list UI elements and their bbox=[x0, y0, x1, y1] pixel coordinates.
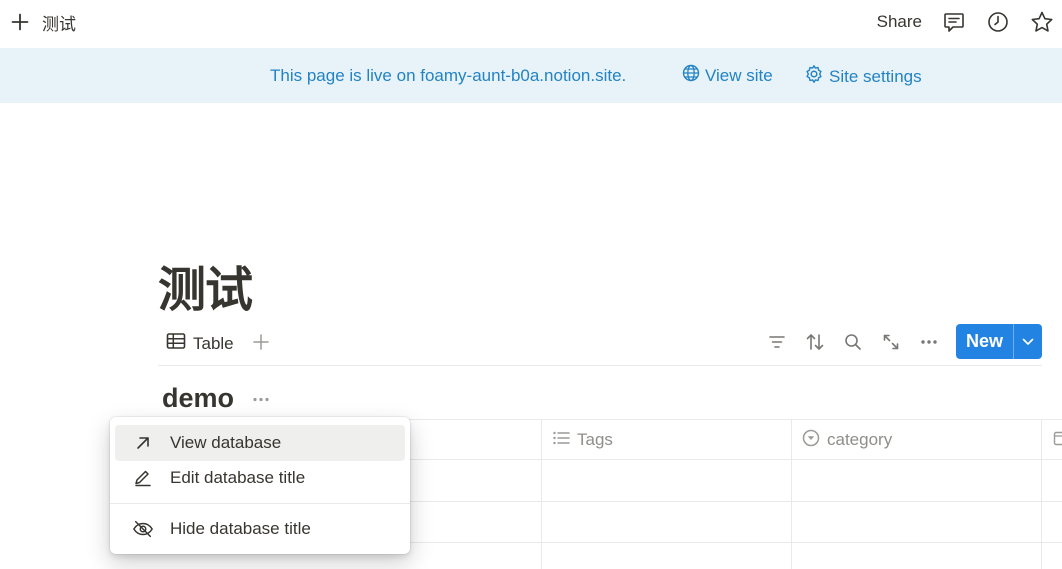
gear-icon bbox=[804, 64, 824, 89]
column-header-category[interactable]: category bbox=[802, 420, 892, 460]
column-header-tags[interactable]: Tags bbox=[552, 420, 613, 460]
share-button[interactable]: Share bbox=[877, 12, 922, 32]
select-icon bbox=[802, 429, 820, 452]
top-bar: 测试 Share bbox=[0, 0, 1062, 44]
filter-icon[interactable] bbox=[766, 331, 788, 353]
search-icon[interactable] bbox=[842, 331, 864, 353]
sort-icon[interactable] bbox=[804, 331, 826, 353]
column-header-category-label: category bbox=[827, 430, 893, 449]
breadcrumb-page-title[interactable]: 测试 bbox=[42, 10, 76, 35]
table-icon bbox=[166, 332, 186, 355]
breadcrumb: 测试 bbox=[10, 10, 76, 34]
banner-message: This page is live on foamy-aunt-b0a.noti… bbox=[270, 66, 627, 85]
database-title[interactable]: demo bbox=[162, 383, 234, 414]
plus-icon[interactable] bbox=[10, 12, 30, 32]
new-record-button[interactable]: New bbox=[956, 324, 1013, 359]
list-icon bbox=[552, 430, 570, 451]
menu-divider bbox=[110, 503, 410, 504]
site-settings-label: Site settings bbox=[829, 66, 922, 86]
column-divider bbox=[541, 419, 542, 569]
database-more-icon[interactable] bbox=[250, 390, 272, 408]
globe-icon bbox=[682, 64, 700, 87]
chevron-down-icon[interactable] bbox=[1013, 324, 1042, 359]
clock-icon[interactable] bbox=[986, 10, 1010, 34]
column-header-tags-label: Tags bbox=[577, 430, 613, 449]
database-view-bar: Table New bbox=[158, 322, 1042, 366]
database-title-menu: View database Edit database title Hide d… bbox=[110, 417, 410, 554]
menu-item-label: Hide database title bbox=[170, 519, 311, 538]
eye-off-icon bbox=[132, 518, 154, 540]
menu-item-view-database[interactable]: View database bbox=[115, 425, 405, 461]
menu-item-edit-database-title[interactable]: Edit database title bbox=[115, 460, 405, 496]
star-icon[interactable] bbox=[1030, 10, 1054, 34]
calendar-icon bbox=[1053, 430, 1062, 451]
column-divider bbox=[791, 419, 792, 569]
pencil-icon bbox=[132, 467, 154, 489]
site-settings-button[interactable]: Site settings bbox=[804, 64, 922, 89]
tab-table[interactable]: Table bbox=[166, 332, 234, 355]
view-site-label: View site bbox=[705, 65, 773, 85]
site-live-banner: This page is live on foamy-aunt-b0a.noti… bbox=[0, 48, 1062, 103]
menu-item-label: Edit database title bbox=[170, 468, 306, 487]
menu-item-hide-database-title[interactable]: Hide database title bbox=[115, 511, 405, 547]
column-divider bbox=[1041, 419, 1042, 569]
add-view-icon[interactable] bbox=[250, 331, 272, 353]
view-site-button[interactable]: View site bbox=[682, 64, 773, 87]
expand-icon[interactable] bbox=[880, 331, 902, 353]
new-button: New bbox=[955, 324, 1042, 359]
tab-table-label: Table bbox=[193, 333, 234, 353]
arrow-up-right-icon bbox=[132, 432, 154, 454]
column-header-partial[interactable] bbox=[1053, 420, 1062, 460]
menu-item-label: View database bbox=[170, 433, 282, 452]
more-icon[interactable] bbox=[918, 331, 940, 353]
page-title[interactable]: 测试 bbox=[158, 250, 253, 320]
comment-icon[interactable] bbox=[942, 10, 966, 34]
